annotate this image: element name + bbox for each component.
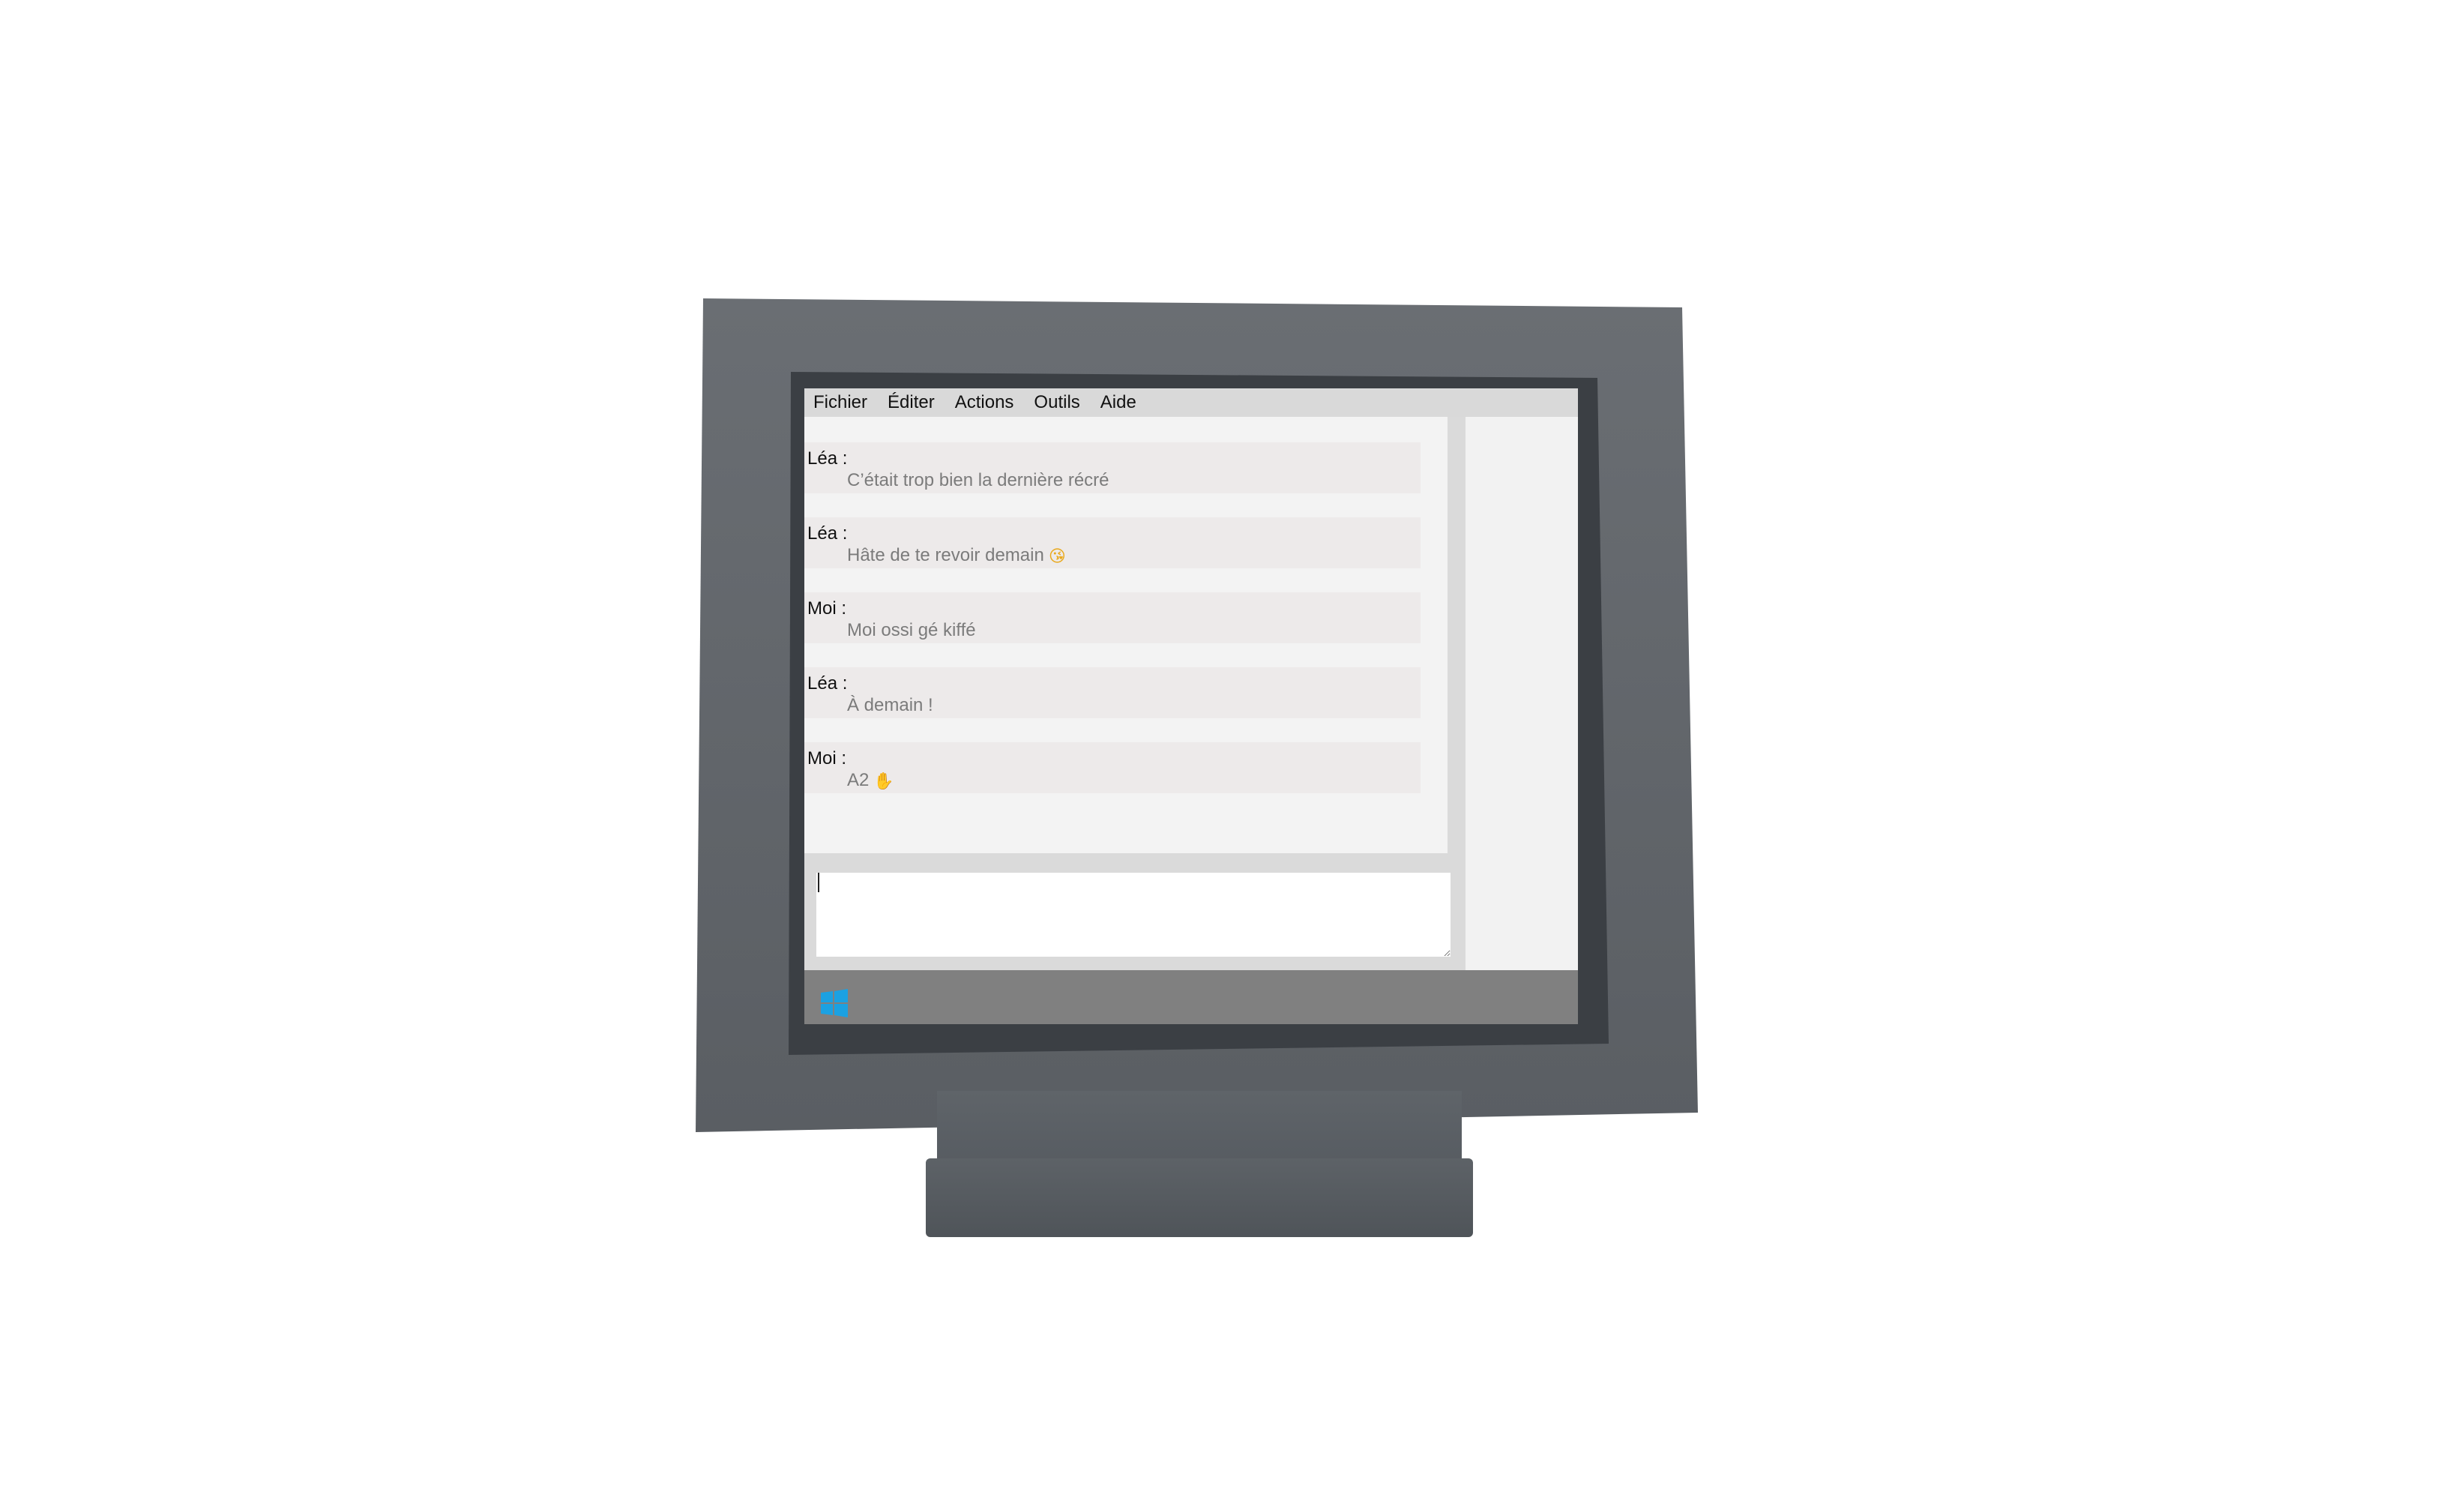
screen: Fichier Éditer Actions Outils Aide Léa :… xyxy=(804,388,1578,1024)
monitor-stand-base xyxy=(926,1158,1473,1237)
taskbar xyxy=(804,970,1578,1024)
chat-message: Léa : C’était trop bien la dernière récr… xyxy=(804,442,1421,493)
message-text: A2 ✋ xyxy=(847,770,894,790)
menu-bar: Fichier Éditer Actions Outils Aide xyxy=(804,388,1578,417)
windows-logo-icon[interactable] xyxy=(819,988,849,1018)
message-author: Léa : xyxy=(807,673,848,694)
compose-area xyxy=(804,853,1466,970)
chat-message: Moi : Moi ossi gé kiffé xyxy=(804,592,1421,643)
message-text: C’était trop bien la dernière récré xyxy=(847,470,1109,490)
message-author: Léa : xyxy=(807,523,848,544)
message-text: À demain ! xyxy=(847,695,933,715)
kiss-emoji-icon: 😘 xyxy=(1048,547,1066,565)
chat-message: Moi : A2 ✋ xyxy=(804,742,1421,793)
scene: Fichier Éditer Actions Outils Aide Léa :… xyxy=(0,0,2464,1504)
message-author: Moi : xyxy=(807,598,847,619)
menu-outils[interactable]: Outils xyxy=(1024,388,1090,417)
message-author: Moi : xyxy=(807,748,847,768)
menu-editer[interactable]: Éditer xyxy=(878,388,945,417)
message-text: Hâte de te revoir demain 😘 xyxy=(847,545,1066,565)
menu-fichier[interactable]: Fichier xyxy=(804,388,878,417)
message-author: Léa : xyxy=(807,448,848,469)
message-text: Moi ossi gé kiffé xyxy=(847,620,976,640)
menu-actions[interactable]: Actions xyxy=(945,388,1025,417)
text-caret xyxy=(818,873,819,892)
menu-aide[interactable]: Aide xyxy=(1091,388,1147,417)
chat-history[interactable]: Léa : C’était trop bien la dernière récr… xyxy=(804,417,1466,853)
message-input[interactable] xyxy=(816,873,1451,957)
chat-message: Léa : Hâte de te revoir demain 😘 xyxy=(804,517,1421,568)
chat-message: Léa : À demain ! xyxy=(804,667,1421,718)
contacts-sidebar[interactable] xyxy=(1466,417,1578,970)
waving-hand-emoji-icon: ✋ xyxy=(873,771,894,790)
